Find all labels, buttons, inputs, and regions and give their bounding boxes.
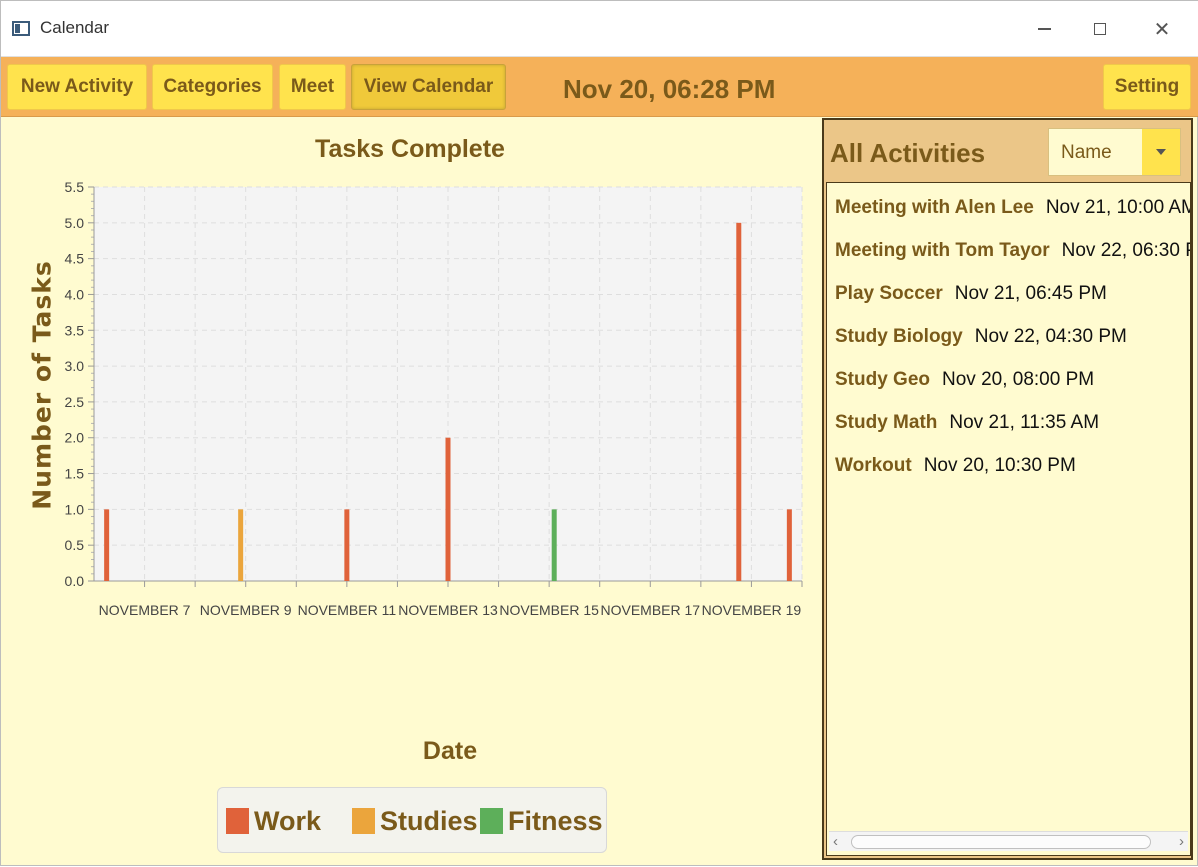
- toolbar: New Activity Categories Meet View Calend…: [1, 57, 1198, 117]
- y-tick-label: 4.0: [65, 286, 85, 302]
- minimize-button[interactable]: [1021, 13, 1067, 45]
- list-item[interactable]: Study Math Nov 21, 11:35 AM: [835, 412, 1099, 434]
- y-tick-label: 5.5: [65, 179, 85, 195]
- list-item[interactable]: Meeting with Alen Lee Nov 21, 10:00 AM: [835, 197, 1191, 219]
- y-tick-label: 2.5: [65, 394, 85, 410]
- activity-time: Nov 20, 10:30 PM: [923, 455, 1076, 476]
- y-tick-label: 1.0: [65, 501, 85, 517]
- activity-time: Nov 21, 06:45 PM: [954, 283, 1107, 304]
- horizontal-scrollbar[interactable]: ‹ ›: [829, 831, 1188, 851]
- bar-work: [445, 437, 451, 581]
- current-datetime: Nov 20, 06:28 PM: [563, 74, 776, 104]
- list-item[interactable]: Workout Nov 20, 10:30 PM: [835, 455, 1076, 477]
- activity-name: Play Soccer: [835, 283, 943, 304]
- close-icon: ✕: [1153, 18, 1171, 41]
- x-tick-label: NOVEMBER 9: [200, 602, 292, 618]
- y-tick-label: 1.5: [65, 466, 85, 482]
- calendar-window: Calendar ✕ New Activity Categories Meet …: [0, 0, 1198, 866]
- bar-work: [736, 222, 742, 581]
- legend-item-work: Work: [226, 806, 321, 836]
- list-item[interactable]: Meeting with Tom Tayor Nov 22, 06:30 PM: [835, 240, 1190, 262]
- activity-time: Nov 21, 11:35 AM: [949, 412, 1100, 433]
- x-tick-label: NOVEMBER 17: [600, 602, 700, 618]
- sort-dropdown-button[interactable]: [1142, 129, 1180, 175]
- categories-button[interactable]: Categories: [152, 64, 273, 110]
- legend-item-studies: Studies: [352, 806, 478, 836]
- chevron-left-icon[interactable]: ‹: [833, 833, 838, 850]
- legend-label-studies: Studies: [380, 805, 478, 836]
- x-tick-label: NOVEMBER 11: [298, 602, 397, 618]
- activity-time: Nov 22, 04:30 PM: [974, 326, 1127, 347]
- legend-item-fitness: Fitness: [480, 806, 603, 836]
- app-window-icon: [12, 21, 30, 36]
- legend-swatch-work: [226, 808, 249, 834]
- activities-title: All Activities: [830, 138, 986, 168]
- scrollbar-thumb[interactable]: [851, 835, 1151, 849]
- x-tick-label: NOVEMBER 19: [702, 602, 802, 618]
- activities-list[interactable]: Meeting with Alen Lee Nov 21, 10:00 AM Me…: [826, 182, 1191, 856]
- x-tick-label: NOVEMBER 13: [398, 602, 498, 618]
- sort-select[interactable]: Name: [1048, 128, 1181, 176]
- bar-fitness: [551, 509, 557, 581]
- y-tick-label: 3.5: [65, 322, 85, 338]
- y-tick-label: 0.0: [65, 573, 85, 589]
- list-item[interactable]: Study Biology Nov 22, 04:30 PM: [835, 326, 1127, 348]
- y-tick-label: 4.5: [65, 251, 85, 267]
- x-tick-label: NOVEMBER 15: [499, 602, 599, 618]
- y-tick-label: 5.0: [65, 215, 85, 231]
- view-calendar-button[interactable]: View Calendar: [351, 64, 506, 110]
- bar-studies: [238, 509, 244, 581]
- legend-swatch-studies: [352, 808, 375, 834]
- bar-work: [344, 509, 350, 581]
- legend-swatch-fitness: [480, 808, 503, 834]
- meet-button[interactable]: Meet: [279, 64, 346, 110]
- activity-time: Nov 21, 10:00 AM: [1045, 197, 1191, 218]
- activity-name: Study Geo: [835, 369, 931, 390]
- activities-panel: All Activities Name Meeting with Alen Le…: [822, 118, 1193, 860]
- chart-legend: Work Studies Fitness: [217, 787, 607, 853]
- chevron-down-icon: [1156, 149, 1166, 155]
- bar-work: [104, 509, 110, 581]
- title-bar: Calendar ✕: [1, 1, 1198, 57]
- y-tick-label: 0.5: [65, 537, 85, 553]
- tasks-chart: Tasks Complete 0.0 0.5 1.0 1.5 2.0 2.5 3.0 3.5 4…: [1, 117, 819, 867]
- y-tick-label: 2.0: [65, 430, 85, 446]
- window-title: Calendar: [40, 18, 109, 37]
- activity-name: Meeting with Tom Tayor: [835, 240, 1050, 261]
- x-axis-title: Date: [422, 737, 478, 765]
- activity-name: Study Biology: [835, 326, 963, 347]
- legend-label-work: Work: [254, 805, 322, 836]
- chart-plot-svg: 0.0 0.5 1.0 1.5 2.0 2.5 3.0 3.5 4.0 4.5 5.0 5.5 NOVE…: [65, 179, 803, 618]
- close-window-button[interactable]: ✕: [1139, 13, 1185, 45]
- list-item[interactable]: Study Geo Nov 20, 08:00 PM: [835, 369, 1094, 391]
- x-tick-label: NOVEMBER 7: [99, 602, 191, 618]
- maximize-button[interactable]: [1077, 13, 1123, 45]
- activity-name: Workout: [835, 455, 912, 476]
- setting-button[interactable]: Setting: [1103, 64, 1191, 110]
- activity-time: Nov 20, 08:00 PM: [942, 369, 1095, 390]
- minimize-icon: [1037, 28, 1051, 30]
- activity-name: Study Math: [835, 412, 938, 433]
- activity-name: Meeting with Alen Lee: [835, 197, 1034, 218]
- sort-select-value: Name: [1061, 142, 1112, 163]
- new-activity-button[interactable]: New Activity: [7, 64, 147, 110]
- y-axis-title: Number of Tasks: [27, 260, 57, 510]
- y-tick-label: 3.0: [65, 358, 85, 374]
- chevron-right-icon[interactable]: ›: [1179, 833, 1184, 850]
- legend-label-fitness: Fitness: [508, 805, 603, 836]
- activity-time: Nov 22, 06:30 PM: [1061, 240, 1190, 261]
- maximize-icon: [1094, 23, 1106, 35]
- bar-work: [786, 509, 792, 581]
- list-item[interactable]: Play Soccer Nov 21, 06:45 PM: [835, 283, 1107, 305]
